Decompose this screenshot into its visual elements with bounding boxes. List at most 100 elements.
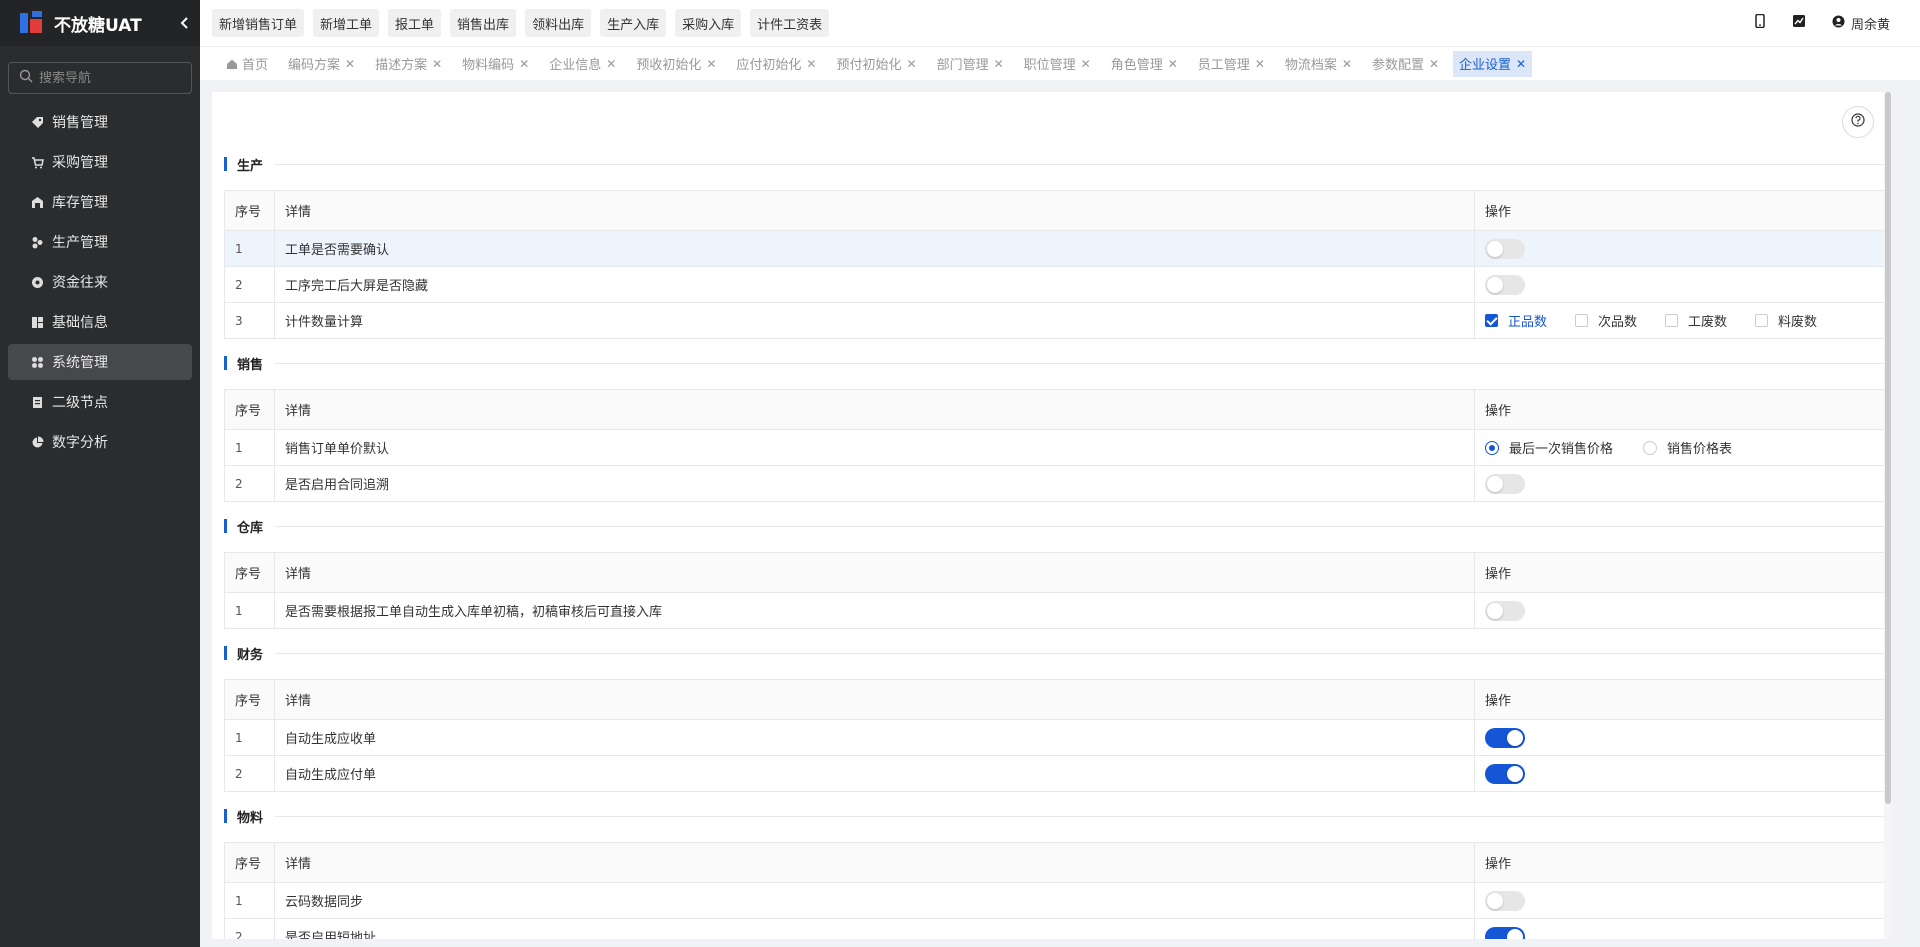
tab-prepaid-received-init[interactable]: 预收初始化 ✕ [630,51,722,77]
close-icon[interactable]: ✕ [1429,57,1439,71]
tab-payable-init[interactable]: 应付初始化 ✕ [730,51,822,77]
close-icon[interactable]: ✕ [907,57,917,71]
tab-coding-scheme[interactable]: 编码方案 ✕ [282,51,361,77]
section-marker [224,356,227,370]
quick-work-report-button[interactable]: 报工单 [388,9,442,37]
sidebar-item-secondary-node[interactable]: 二级节点 [8,384,192,420]
chart-icon[interactable] [1792,14,1806,32]
price-default-options: 最后一次销售价格 销售价格表 [1485,438,1886,457]
quick-new-sales-order-button[interactable]: 新增销售订单 [212,9,305,37]
close-icon[interactable]: ✕ [1081,57,1091,71]
close-icon[interactable]: ✕ [1255,57,1265,71]
main-scrollbar[interactable] [1884,92,1892,939]
quick-material-issue-button[interactable]: 领料出库 [525,9,592,37]
divider [275,525,1886,527]
tab-company-settings[interactable]: 企业设置 ✕ [1453,50,1533,77]
sidebar-item-purchase[interactable]: 采购管理 [8,144,192,180]
row-detail: 是否启用短地址 [274,918,1475,939]
chevron-left-icon[interactable] [176,15,192,31]
quick-new-work-order-button[interactable]: 新增工单 [313,9,380,37]
short-url-toggle[interactable] [1485,926,1525,939]
work-order-confirm-toggle[interactable] [1485,238,1525,259]
option-defect-count[interactable]: 次品数 [1575,311,1637,330]
auto-payable-toggle[interactable] [1485,763,1525,784]
tab-description-scheme[interactable]: 描述方案 ✕ [369,51,448,77]
table-row: 2 工序完工后大屏是否隐藏 [224,266,1887,303]
checkbox[interactable] [1575,314,1589,327]
quick-sales-outbound-button[interactable]: 销售出库 [450,9,517,37]
section-marker [224,809,227,823]
close-icon[interactable]: ✕ [706,57,716,71]
section-marker [224,157,227,171]
sidebar-search[interactable] [8,62,192,94]
close-icon[interactable]: ✕ [1516,57,1526,71]
quick-purchase-inbound-button[interactable]: 采购入库 [675,9,742,37]
sales-table: 序号 详情 操作 1 销售订单单价默认 最后一次销售价格 销售价格表 2 是否启… [224,389,1887,502]
section-title: 销售 [237,357,264,373]
section-header: 物料 [224,806,1886,826]
help-button[interactable] [1842,106,1874,138]
mobile-icon[interactable] [1754,13,1766,32]
header-detail: 详情 [274,190,1475,231]
table-row: 1 销售订单单价默认 最后一次销售价格 销售价格表 [224,429,1887,466]
tab-parameter-config[interactable]: 参数配置 ✕ [1366,51,1445,77]
quick-production-inbound-button[interactable]: 生产入库 [600,9,667,37]
pie-icon [30,435,44,449]
close-icon[interactable]: ✕ [345,57,355,71]
sidebar-item-label: 生产管理 [52,235,108,251]
main-content: 生产 序号 详情 操作 1 工单是否需要确认 2 工序完工后大屏是否隐藏 3 计… [212,92,1892,939]
quick-piece-wage-button[interactable]: 计件工资表 [750,9,830,37]
contract-trace-toggle[interactable] [1485,473,1525,494]
option-work-scrap-count[interactable]: 工废数 [1665,311,1727,330]
search-input[interactable] [39,70,179,86]
close-icon[interactable]: ✕ [1342,57,1352,71]
tab-prepaid-init[interactable]: 预付初始化 ✕ [830,51,922,77]
tab-employee[interactable]: 员工管理 ✕ [1192,51,1271,77]
option-good-count[interactable]: 正品数 [1485,311,1547,330]
tab-role[interactable]: 角色管理 ✕ [1105,51,1184,77]
scroll-thumb[interactable] [1885,92,1891,804]
section-title: 物料 [237,810,264,826]
screen-hide-toggle[interactable] [1485,274,1525,295]
tab-home[interactable]: 首页 [220,51,274,77]
close-icon[interactable]: ✕ [1168,57,1178,71]
sidebar-item-system[interactable]: 系统管理 [8,344,192,380]
close-icon[interactable]: ✕ [606,57,616,71]
tab-logistics[interactable]: 物流档案 ✕ [1279,51,1358,77]
option-material-scrap-count[interactable]: 料废数 [1755,311,1817,330]
tab-material-code[interactable]: 物料编码 ✕ [456,51,535,77]
sidebar-item-sales[interactable]: 销售管理 [8,104,192,140]
sidebar-item-basic-info[interactable]: 基础信息 [8,304,192,340]
sidebar-item-inventory[interactable]: 库存管理 [8,184,192,220]
production-icon [30,235,44,249]
option-price-list[interactable]: 销售价格表 [1643,438,1732,457]
checkbox[interactable] [1755,314,1769,327]
header-index: 序号 [224,552,275,593]
sidebar-item-label: 基础信息 [52,315,108,331]
header-action: 操作 [1474,190,1887,231]
checkbox-checked[interactable] [1485,314,1498,327]
cloud-code-sync-toggle[interactable] [1485,890,1525,911]
divider [275,362,1886,364]
sidebar-item-digital-analysis[interactable]: 数字分析 [8,424,192,460]
row-index: 2 [224,266,275,303]
tab-company-info[interactable]: 企业信息 ✕ [543,51,622,77]
auto-receivable-toggle[interactable] [1485,727,1525,748]
close-icon[interactable]: ✕ [519,57,529,71]
tab-position[interactable]: 职位管理 ✕ [1018,51,1097,77]
close-icon[interactable]: ✕ [432,57,442,71]
option-last-sales-price[interactable]: 最后一次销售价格 [1485,438,1613,457]
close-icon[interactable]: ✕ [806,57,816,71]
checkbox[interactable] [1665,314,1679,327]
sidebar-item-production[interactable]: 生产管理 [8,224,192,260]
table-row: 1 云码数据同步 [224,882,1887,919]
user-menu[interactable]: 周余黄 [1832,14,1890,33]
close-icon[interactable]: ✕ [994,57,1004,71]
tab-department[interactable]: 部门管理 ✕ [931,51,1010,77]
auto-inbound-draft-toggle[interactable] [1485,600,1525,621]
table-row: 1 自动生成应收单 [224,719,1887,756]
sidebar-item-funds[interactable]: 资金往来 [8,264,192,300]
radio-selected[interactable] [1485,440,1499,455]
section-title: 财务 [237,647,264,663]
radio[interactable] [1643,440,1658,455]
